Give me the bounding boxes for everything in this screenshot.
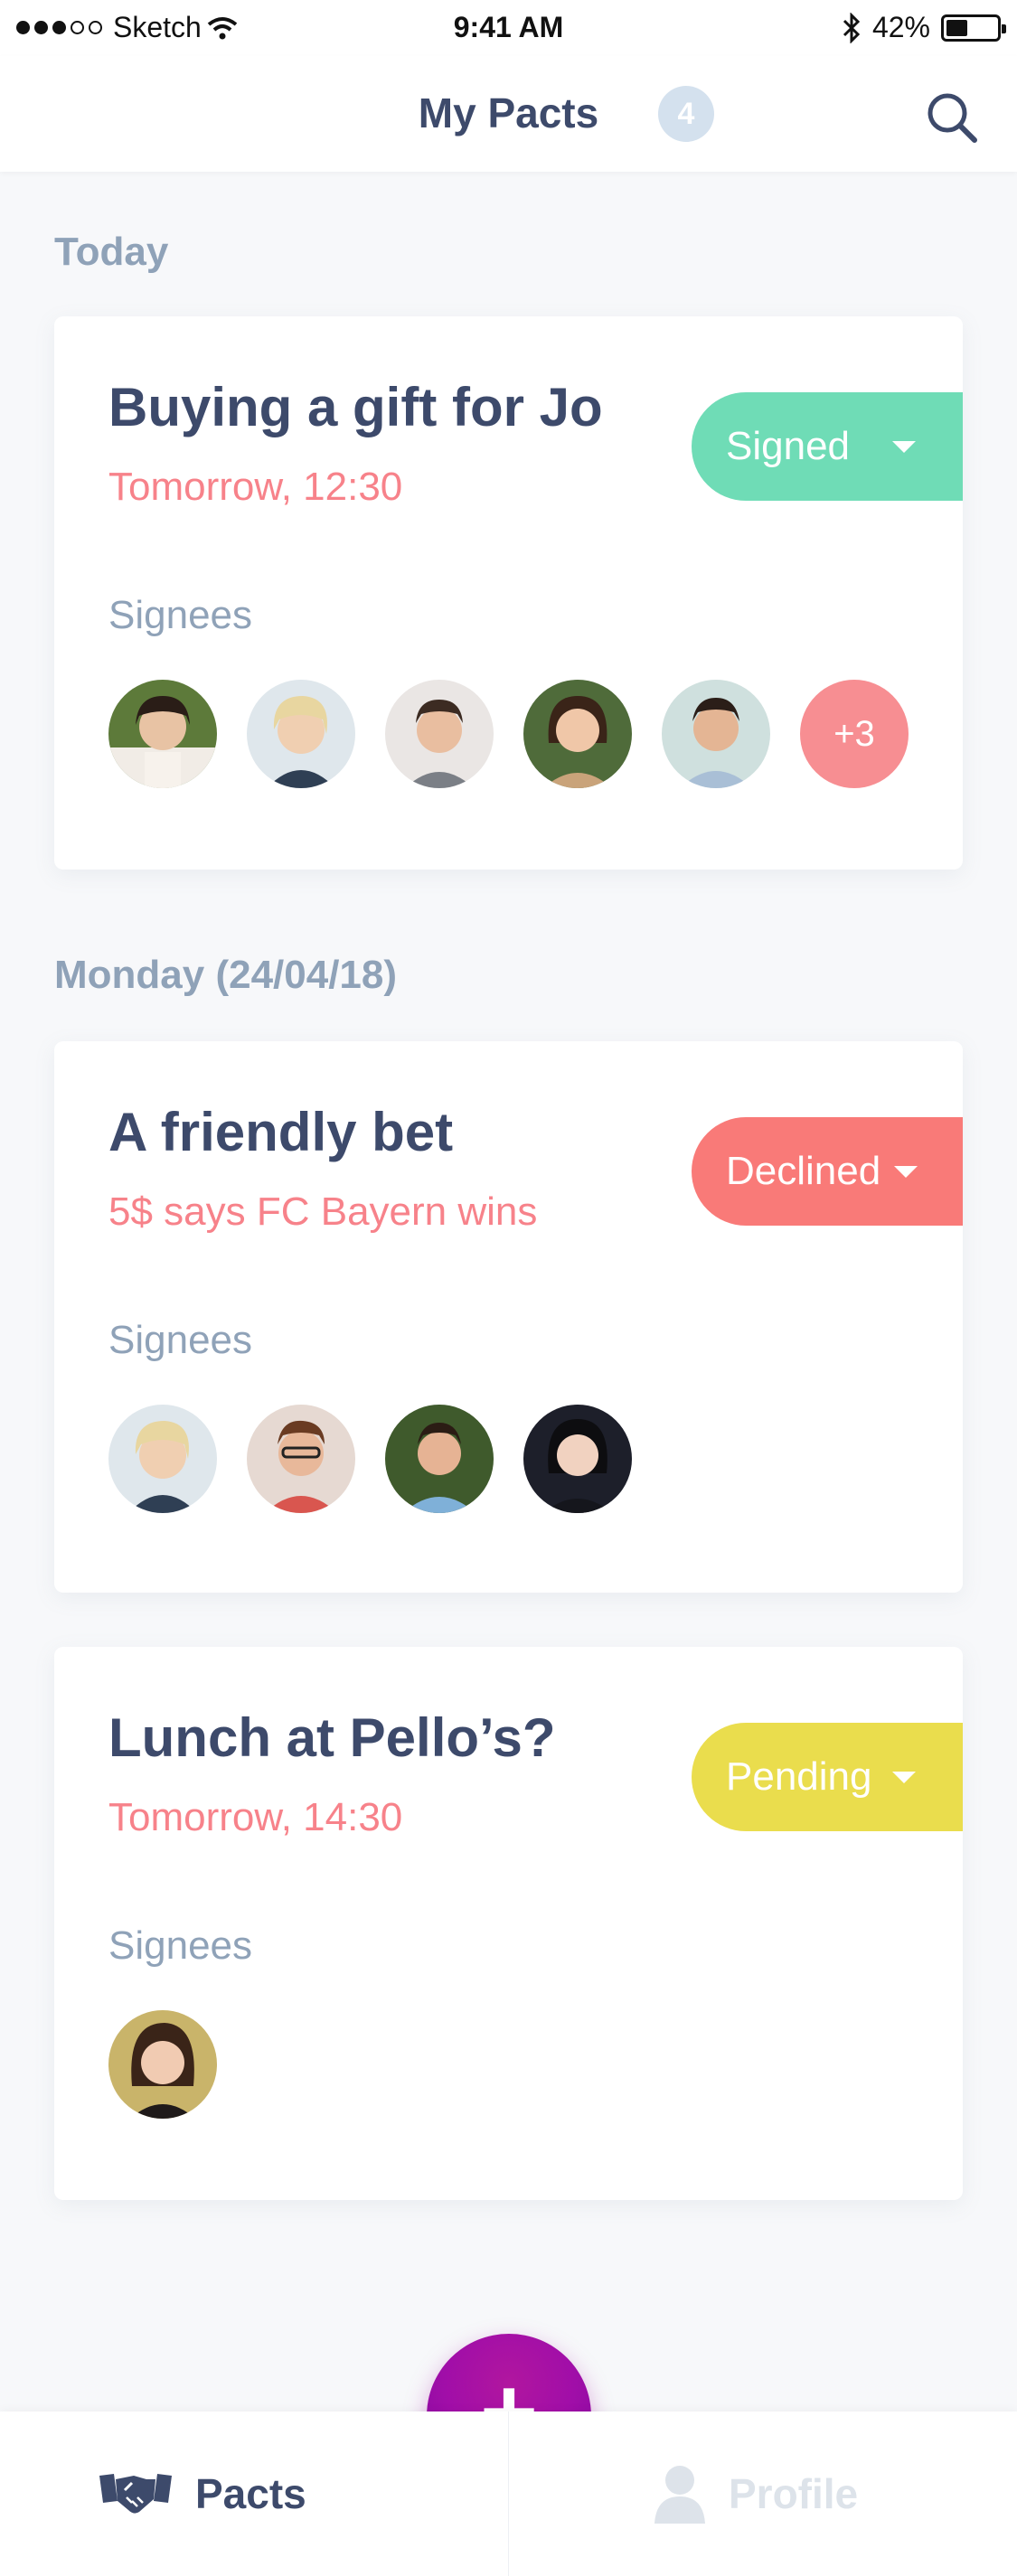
tab-bar: Pacts Profile [0,2411,1017,2576]
chevron-down-icon [892,1772,916,1783]
pact-subtitle: Tomorrow, 12:30 [108,465,403,509]
pact-card[interactable]: A friendly bet 5$ says FC Bayern wins De… [54,1041,963,1593]
status-right: 42% [842,11,1006,44]
section-label-today: Today [54,230,169,274]
pact-title: Buying a gift for Jo [108,377,603,437]
signees-label: Signees [108,1318,253,1362]
pact-title: Lunch at Pello’s? [108,1707,556,1768]
tab-profile-label: Profile [729,2470,859,2517]
tab-pacts-label: Pacts [195,2470,306,2517]
user-icon [654,2466,705,2524]
avatar[interactable] [108,1405,217,1513]
pact-subtitle: 5$ says FC Bayern wins [108,1189,538,1234]
tab-pacts[interactable]: Pacts [98,2411,306,2576]
avatar[interactable] [385,680,494,788]
status-dropdown-declined[interactable]: Declined [692,1117,963,1226]
signees-list [108,1405,632,1513]
status-bar: Sketch 9:41 AM 42% [0,0,1017,56]
status-label: Signed [726,424,851,468]
avatar[interactable] [247,1405,355,1513]
signees-label: Signees [108,1923,253,1968]
chevron-down-icon [892,441,916,453]
bluetooth-icon [843,12,861,43]
pact-card[interactable]: Lunch at Pello’s? Tomorrow, 14:30 Pendin… [54,1647,963,2200]
battery-percentage: 42% [871,11,930,43]
avatar[interactable] [108,680,217,788]
pacts-count-badge: 4 [658,86,714,142]
signees-list [108,2010,217,2119]
tab-profile[interactable]: Profile [653,2411,858,2576]
battery-icon [941,14,1006,42]
avatar[interactable] [247,680,355,788]
more-signees-badge[interactable]: +3 [800,680,909,788]
nav-bar: My Pacts 4 [0,56,1017,172]
avatar[interactable] [662,680,770,788]
avatar[interactable] [108,2010,217,2119]
signees-label: Signees [108,593,253,637]
status-dropdown-pending[interactable]: Pending [692,1723,963,1831]
tab-divider [508,2411,509,2576]
avatar[interactable] [385,1405,494,1513]
page-title: My Pacts [418,89,599,136]
pact-subtitle: Tomorrow, 14:30 [108,1795,403,1839]
status-dropdown-signed[interactable]: Signed [692,392,963,501]
avatar[interactable] [523,1405,632,1513]
battery-level [946,19,967,36]
section-label-monday: Monday (24/04/18) [54,953,398,997]
chevron-down-icon [894,1166,918,1178]
status-label: Declined [726,1149,881,1193]
avatar[interactable] [523,680,632,788]
search-button[interactable] [923,89,981,146]
search-icon [928,93,977,143]
pact-card[interactable]: Buying a gift for Jo Tomorrow, 12:30 Sig… [54,316,963,870]
signees-list: +3 [108,680,909,788]
handshake-icon [99,2474,172,2514]
pact-title: A friendly bet [108,1102,454,1162]
status-label: Pending [726,1754,872,1799]
